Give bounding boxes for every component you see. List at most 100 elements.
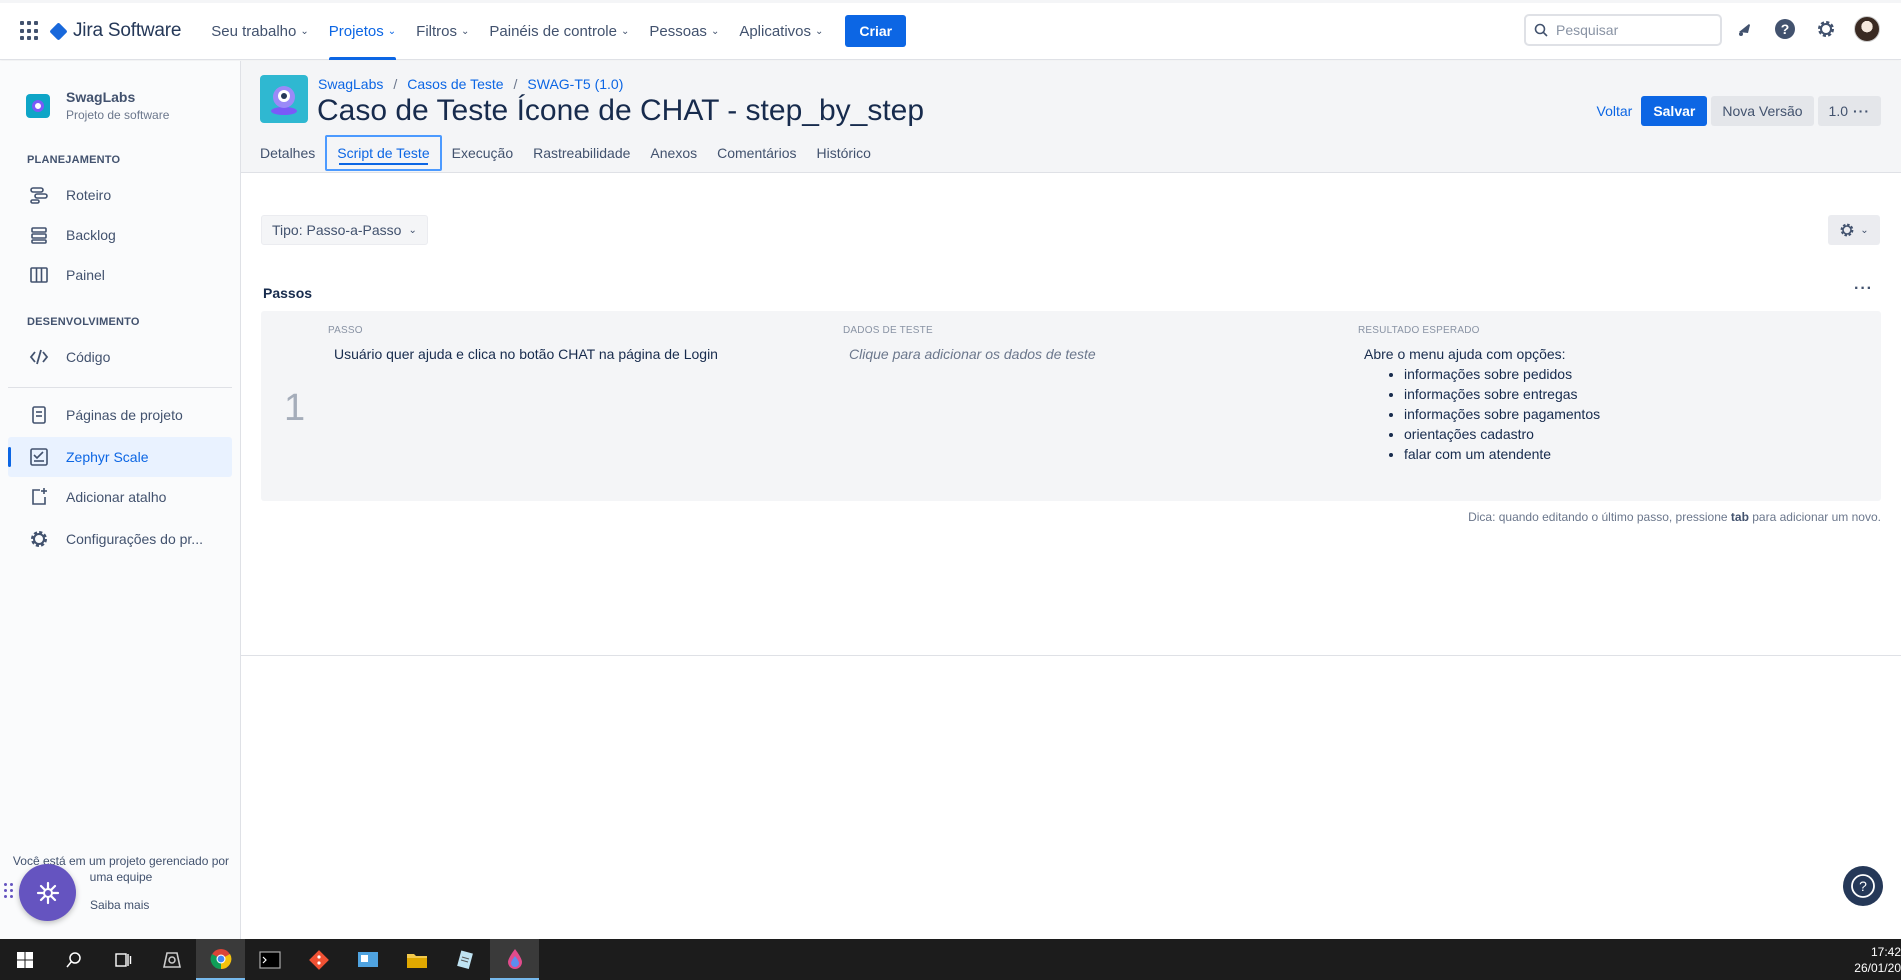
svg-text:?: ? bbox=[1781, 21, 1790, 37]
floating-help-button[interactable]: ? bbox=[1843, 866, 1883, 906]
taskbar-search-icon[interactable] bbox=[49, 939, 98, 980]
sidebar-item-backlog[interactable]: Backlog bbox=[8, 215, 232, 255]
search-input[interactable]: Pesquisar bbox=[1524, 14, 1722, 46]
jira-logo[interactable]: Jira Software bbox=[49, 20, 182, 42]
list-item: informações sobre pagamentos bbox=[1404, 404, 1858, 424]
nav-seu-trabalho[interactable]: Seu trabalho ⌄ bbox=[201, 3, 318, 60]
breadcrumb-test-case-key[interactable]: SWAG-T5 (1.0) bbox=[527, 76, 623, 92]
steps-more-icon[interactable]: ··· bbox=[1854, 280, 1873, 298]
hint-suffix: para adicionar um novo. bbox=[1752, 510, 1881, 524]
create-button[interactable]: Criar bbox=[845, 15, 907, 47]
terminal-icon[interactable] bbox=[245, 939, 294, 980]
task-view-icon[interactable] bbox=[98, 939, 147, 980]
tab-rastreabilidade[interactable]: Rastreabilidade bbox=[523, 133, 640, 173]
project-header[interactable]: SwagLabs Projeto de software bbox=[26, 89, 169, 122]
drag-handle-icon[interactable] bbox=[4, 883, 13, 898]
roadmap-icon bbox=[28, 184, 50, 206]
breadcrumb-project[interactable]: SwagLabs bbox=[318, 76, 383, 92]
app-name: Jira Software bbox=[73, 20, 182, 41]
chevron-down-icon: ⌄ bbox=[300, 25, 309, 37]
list-item: orientações cadastro bbox=[1404, 424, 1858, 444]
version-menu-button[interactable]: 1.0 ··· bbox=[1817, 96, 1881, 126]
result-column: RESULTADO ESPERADO Abre o menu ajuda com… bbox=[1358, 325, 1858, 464]
sidebar-item-label: Roteiro bbox=[66, 187, 112, 203]
page-title: Caso de Teste Ícone de CHAT - step_by_st… bbox=[317, 94, 925, 127]
data-column-label: DADOS DE TESTE bbox=[843, 325, 933, 336]
sidebar-item-roteiro[interactable]: Roteiro bbox=[8, 175, 232, 215]
nav-projetos[interactable]: Projetos ⌄ bbox=[319, 3, 406, 60]
board-icon bbox=[28, 264, 50, 286]
list-item: falar com um atendente bbox=[1404, 444, 1858, 464]
sidebar-item-paginas[interactable]: Páginas de projeto bbox=[8, 395, 232, 435]
add-shortcut-icon bbox=[28, 486, 50, 508]
page-icon bbox=[28, 404, 50, 426]
drop-app-icon[interactable] bbox=[490, 939, 539, 980]
sidebar-item-codigo[interactable]: Código bbox=[8, 337, 232, 377]
tab-script-de-teste[interactable]: Script de Teste bbox=[325, 135, 442, 171]
step-description[interactable]: Usuário quer ajuda e clica no botão CHAT… bbox=[334, 344, 828, 364]
save-button[interactable]: Salvar bbox=[1641, 96, 1708, 126]
test-data-field[interactable]: Clique para adicionar os dados de teste bbox=[849, 344, 1343, 364]
chevron-down-icon: ⌄ bbox=[387, 25, 397, 37]
tab-comentarios[interactable]: Comentários bbox=[707, 133, 806, 173]
breadcrumb-test-cases[interactable]: Casos de Teste bbox=[407, 76, 503, 92]
back-button[interactable]: Voltar bbox=[1592, 103, 1638, 119]
avatar[interactable] bbox=[1853, 15, 1881, 43]
step-number: 1 bbox=[284, 387, 306, 429]
script-settings-button[interactable]: ⌄ bbox=[1828, 215, 1880, 245]
control-panel-icon[interactable] bbox=[343, 939, 392, 980]
taskbar-clock[interactable]: 17:42 26/01/20 bbox=[1854, 944, 1901, 976]
nav-pessoas[interactable]: Pessoas ⌄ bbox=[639, 3, 729, 60]
windows-start-icon[interactable] bbox=[0, 939, 49, 980]
git-icon[interactable] bbox=[294, 939, 343, 980]
planning-section-title: PLANEJAMENTO bbox=[27, 154, 121, 166]
chrome-icon[interactable] bbox=[196, 939, 245, 980]
test-case-header: SwagLabs / Casos de Teste / SWAG-T5 (1.0… bbox=[241, 61, 1901, 173]
sidebar-item-label: Painel bbox=[66, 267, 105, 283]
project-type: Projeto de software bbox=[66, 108, 170, 122]
list-item: informações sobre pedidos bbox=[1404, 364, 1858, 384]
sidebar-item-zephyr[interactable]: Zephyr Scale bbox=[8, 437, 232, 477]
sidebar-item-label: Backlog bbox=[66, 227, 116, 243]
clock-date: 26/01/20 bbox=[1854, 961, 1901, 975]
script-type-select[interactable]: Tipo: Passo-a-Passo ⌄ bbox=[261, 215, 428, 245]
learn-more-link[interactable]: Saiba mais bbox=[90, 898, 149, 912]
new-version-button[interactable]: Nova Versão bbox=[1711, 96, 1814, 126]
tab-historico[interactable]: Histórico bbox=[806, 133, 880, 173]
hint-text: Dica: quando editando o último passo, pr… bbox=[1468, 510, 1881, 524]
jira-diamond-icon bbox=[49, 21, 68, 41]
script-type-label: Tipo: Passo-a-Passo bbox=[272, 222, 402, 238]
sparkle-icon bbox=[36, 881, 59, 904]
test-case-tabs: Detalhes Script de Teste Execução Rastre… bbox=[260, 133, 881, 173]
expected-result-list: informações sobre pedidos informações so… bbox=[1404, 364, 1858, 464]
nav-aplicativos[interactable]: Aplicativos ⌄ bbox=[729, 3, 833, 60]
step-row[interactable]: 1 PASSO Usuário quer ajuda e clica no bo… bbox=[261, 311, 1881, 501]
clock-time: 17:42 bbox=[1870, 945, 1901, 959]
chevron-down-icon: ⌄ bbox=[408, 224, 417, 236]
sidebar-item-painel[interactable]: Painel bbox=[8, 255, 232, 295]
sidebar-item-label: Código bbox=[66, 349, 111, 365]
sidebar-item-adicionar-atalho[interactable]: Adicionar atalho bbox=[8, 477, 232, 517]
zephyr-icon bbox=[28, 446, 50, 468]
help-icon[interactable]: ? bbox=[1771, 15, 1799, 43]
assistant-button[interactable] bbox=[19, 864, 76, 921]
tab-anexos[interactable]: Anexos bbox=[640, 133, 707, 173]
app-switcher-icon[interactable] bbox=[20, 21, 40, 41]
sidebar-divider bbox=[8, 387, 232, 388]
step-column: PASSO Usuário quer ajuda e clica no botã… bbox=[328, 325, 828, 364]
tab-execucao[interactable]: Execução bbox=[442, 133, 523, 173]
notifications-icon[interactable] bbox=[1730, 15, 1758, 43]
taskbar-app-icon[interactable] bbox=[147, 939, 196, 980]
tab-detalhes[interactable]: Detalhes bbox=[260, 133, 325, 173]
code-icon bbox=[28, 346, 50, 368]
chevron-down-icon: ⌄ bbox=[815, 25, 824, 37]
gear-icon[interactable] bbox=[1812, 15, 1840, 43]
nav-filtros[interactable]: Filtros ⌄ bbox=[406, 3, 479, 60]
sidebar-item-label: Adicionar atalho bbox=[66, 489, 167, 505]
expected-result-field[interactable]: Abre o menu ajuda com opções: informaçõe… bbox=[1364, 344, 1858, 464]
sidebar-item-configuracoes[interactable]: Configurações do pr... bbox=[8, 519, 232, 559]
sidebar-item-label: Páginas de projeto bbox=[66, 407, 183, 423]
nav-paineis[interactable]: Painéis de controle ⌄ bbox=[479, 3, 639, 60]
notepad-icon[interactable] bbox=[441, 939, 490, 980]
file-explorer-icon[interactable] bbox=[392, 939, 441, 980]
